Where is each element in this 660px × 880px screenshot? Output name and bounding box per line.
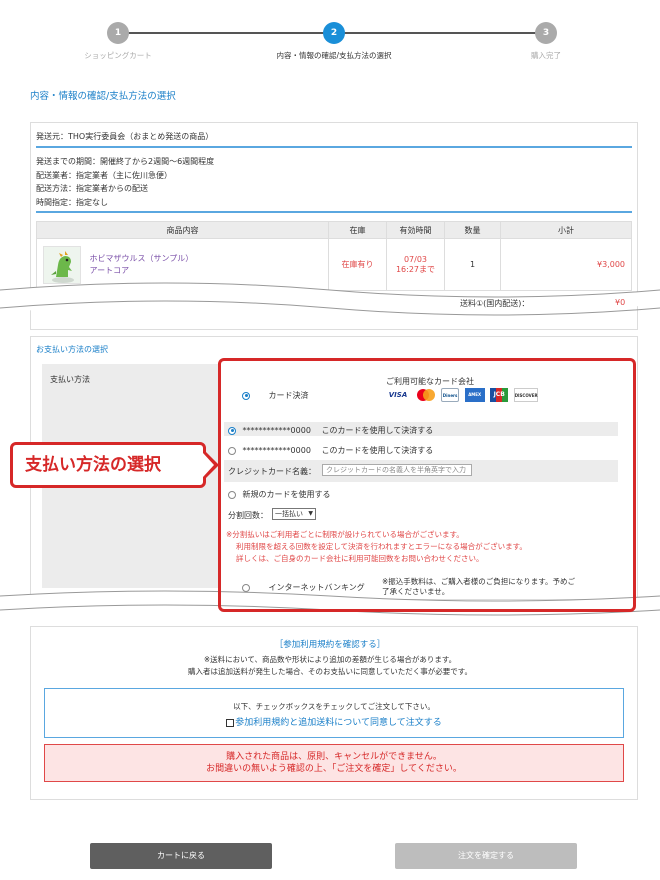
col-header: 商品内容 bbox=[36, 221, 329, 239]
step-label: ショッピングカート bbox=[84, 51, 152, 60]
col-header: 数量 bbox=[444, 221, 501, 239]
payment-method-label: 支払い方法 bbox=[50, 375, 90, 384]
shipping-fee-label: 送料①(国内配送)： bbox=[460, 299, 530, 308]
terms-note: ※送料において、商品数や形状により追加の差額が生じる場合があります。 購入者は追… bbox=[0, 654, 660, 678]
terms-link[interactable]: ［参加利用規約を確認する］ bbox=[0, 638, 660, 650]
shipping-info: 発送までの期間：開催終了から2週間〜6週間程度 配送業者：指定業者（主に佐川急便… bbox=[36, 155, 214, 209]
agree-checkbox-label[interactable]: 参加利用規約と追加送料について同意して注文する bbox=[235, 718, 441, 728]
step-confirm: 2 内容・情報の確認/支払方法の選択 bbox=[269, 22, 399, 61]
step-cart: 1 ショッピングカート bbox=[53, 22, 183, 61]
back-to-cart-button[interactable]: カートに戻る bbox=[90, 843, 272, 869]
cancel-warning-box: 購入された商品は、原則、キャンセルができません。 お間違いの無いよう確認の上、「… bbox=[44, 744, 624, 782]
ship-time: 時間指定：指定なし bbox=[36, 197, 108, 207]
ship-period: 発送までの期間：開催終了から2週間〜6週間程度 bbox=[36, 157, 215, 166]
step-label: 購入完了 bbox=[531, 51, 561, 60]
col-header: 在庫 bbox=[328, 221, 387, 239]
confirm-order-button[interactable]: 注文を確定する bbox=[395, 843, 577, 869]
step-label: 内容・情報の確認/支払方法の選択 bbox=[276, 51, 392, 60]
product-title[interactable]: ホビマザウルス（サンプル） bbox=[90, 254, 194, 263]
cut-wave-decoration bbox=[0, 282, 660, 316]
terms-note-line: ※送料において、商品数や形状により追加の差額が生じる場合があります。 bbox=[203, 655, 457, 664]
step-number: 1 bbox=[107, 22, 129, 44]
callout-arrow-inner bbox=[203, 453, 214, 477]
step-number: 2 bbox=[323, 22, 345, 44]
ship-carrier: 配送業者：指定業者（主に佐川急便） bbox=[36, 170, 172, 180]
payment-highlight-frame bbox=[218, 358, 636, 612]
terms-note-line: 購入者は追加送料が発生した場合、そのお支払いに同意していただく事が必要です。 bbox=[187, 667, 473, 676]
ship-method: 配送方法：指定業者からの配送 bbox=[36, 184, 148, 193]
table-header-row: 商品内容 在庫 有効時間 数量 小計 bbox=[36, 221, 632, 239]
step-complete: 3 購入完了 bbox=[481, 22, 611, 61]
cancel-warning-line: 購入された商品は、原則、キャンセルができません。 bbox=[226, 752, 442, 762]
shipping-fee-value: ¥0 bbox=[615, 298, 626, 307]
step-number: 3 bbox=[535, 22, 557, 44]
divider bbox=[36, 211, 632, 213]
ship-from: 発送元：THO実行委員会（おまとめ発送の商品） bbox=[36, 131, 632, 148]
agree-checkbox-row[interactable]: 参加利用規約と追加送料について同意して注文する bbox=[45, 715, 623, 728]
col-header: 有効時間 bbox=[386, 221, 445, 239]
col-header: 小計 bbox=[500, 221, 632, 239]
agree-checkbox[interactable] bbox=[226, 718, 235, 727]
checkout-stepper: 1 ショッピングカート 2 内容・情報の確認/支払方法の選択 3 購入完了 bbox=[0, 22, 660, 66]
payment-section-title: お支払い方法の選択 bbox=[36, 345, 108, 354]
valid-date: 07/03 bbox=[403, 254, 428, 264]
cancel-warning-line: お間違いの無いよう確認の上、「ご注文を確定」してください。 bbox=[206, 764, 462, 774]
agree-instruction: 以下、チェックボックスをチェックしてご注文して下さい。 bbox=[233, 702, 435, 711]
page-title: 内容・情報の確認/支払方法の選択 bbox=[30, 91, 176, 102]
callout-label: 支払い方法の選択 bbox=[10, 442, 206, 488]
agree-box: 以下、チェックボックスをチェックしてご注文して下さい。 参加利用規約と追加送料に… bbox=[44, 688, 624, 738]
